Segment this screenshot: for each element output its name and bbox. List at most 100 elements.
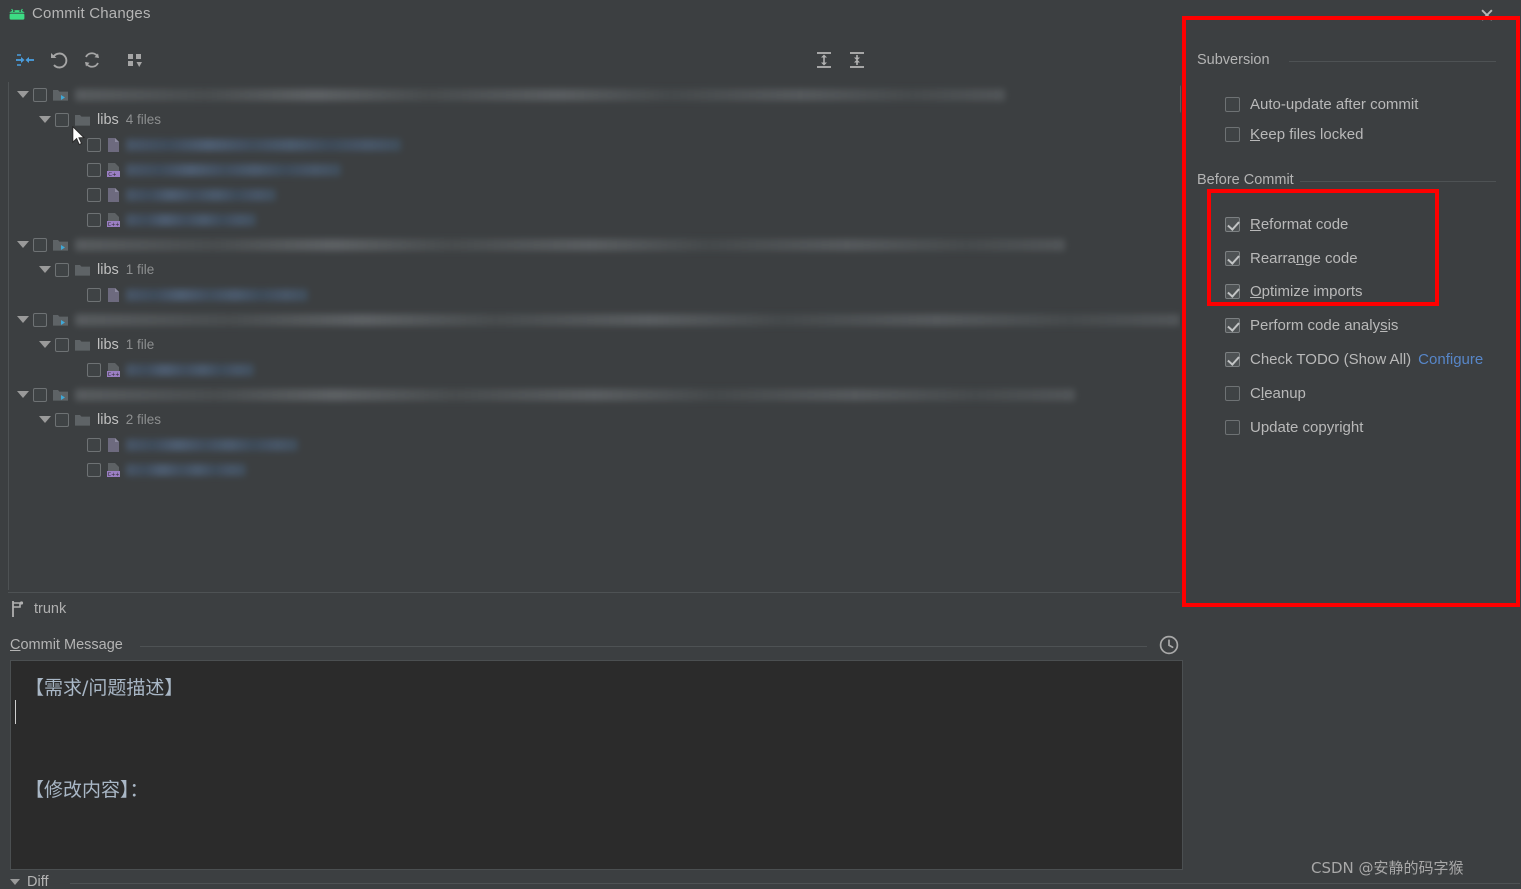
- folder-count: 2 files: [125, 412, 162, 427]
- row-checkbox[interactable]: [87, 437, 101, 452]
- group-by-icon[interactable]: [121, 46, 149, 74]
- option-label: Optimize imports: [1250, 282, 1363, 300]
- list-item[interactable]: C+: [87, 157, 341, 182]
- file-icon: [108, 187, 119, 202]
- option-label: Reformat code: [1250, 215, 1349, 233]
- row-checkbox[interactable]: [55, 262, 69, 277]
- option-label: Cleanup: [1250, 384, 1306, 402]
- close-icon[interactable]: ✕: [1473, 3, 1501, 29]
- checkbox[interactable]: [1225, 250, 1240, 266]
- expand-twisty-icon[interactable]: [17, 91, 29, 98]
- module-folder-icon: [53, 389, 68, 401]
- svg-text:C++: C++: [108, 222, 120, 228]
- folder-icon: [75, 414, 90, 426]
- file-icon: [108, 437, 119, 452]
- checkbox[interactable]: [1225, 351, 1240, 367]
- cpp-file-icon: C++: [107, 362, 120, 378]
- checkbox[interactable]: [1225, 385, 1240, 401]
- table-row[interactable]: [17, 232, 1065, 257]
- expand-twisty-icon[interactable]: [39, 416, 51, 423]
- list-item[interactable]: C++: [87, 457, 246, 482]
- row-checkbox[interactable]: [87, 187, 101, 202]
- option-label: Rearrange code: [1250, 249, 1358, 267]
- revert-icon[interactable]: [45, 46, 73, 74]
- list-item[interactable]: [87, 282, 308, 307]
- folder-name: libs: [97, 336, 119, 353]
- list-item[interactable]: libs 4 files: [39, 107, 161, 132]
- checkbox[interactable]: [1225, 126, 1240, 142]
- list-item[interactable]: [87, 182, 276, 207]
- row-checkbox[interactable]: [55, 337, 69, 352]
- option-auto-update-after-commit[interactable]: Auto-update after commit: [1225, 92, 1418, 116]
- clock-icon[interactable]: [1158, 634, 1180, 656]
- row-checkbox[interactable]: [87, 162, 101, 177]
- android-icon: [9, 8, 25, 20]
- refresh-icon[interactable]: [78, 46, 106, 74]
- row-checkbox[interactable]: [87, 362, 101, 377]
- option-reformat-code[interactable]: Reformat code: [1225, 212, 1348, 236]
- row-checkbox[interactable]: [33, 87, 47, 102]
- folder-icon: [75, 264, 90, 276]
- option-label: Keep files locked: [1250, 125, 1364, 143]
- commit-message-label: Commit Message: [10, 637, 123, 653]
- option-optimize-imports[interactable]: Optimize imports: [1225, 279, 1363, 303]
- checkbox[interactable]: [1225, 216, 1240, 232]
- row-checkbox[interactable]: [87, 137, 101, 152]
- expand-all-icon[interactable]: [810, 46, 838, 74]
- row-checkbox[interactable]: [33, 237, 47, 252]
- folder-icon: [75, 114, 90, 126]
- collapse-all-icon[interactable]: [843, 46, 871, 74]
- list-item[interactable]: libs 2 files: [39, 407, 161, 432]
- checkbox[interactable]: [1225, 419, 1240, 435]
- cpp-file-icon: C++: [107, 212, 120, 228]
- commit-message-input[interactable]: 【需求/问题描述】 【修改内容】： 【已自检/已单元测试】： 是: [10, 660, 1183, 870]
- expand-twisty-icon[interactable]: [39, 116, 51, 123]
- diff-label: Diff: [27, 874, 49, 889]
- expand-twisty-icon[interactable]: [17, 391, 29, 398]
- option-keep-files-locked[interactable]: Keep files locked: [1225, 122, 1363, 146]
- commit-message-text: 【需求/问题描述】 【修改内容】： 【已自检/已单元测试】： 是: [25, 677, 184, 801]
- module-folder-icon: [53, 314, 68, 326]
- file-icon: [108, 137, 119, 152]
- diff-section-header[interactable]: Diff: [10, 874, 49, 889]
- show-diff-icon[interactable]: [11, 46, 39, 74]
- collapse-twisty-icon[interactable]: [10, 879, 20, 885]
- checkbox[interactable]: [1225, 283, 1240, 299]
- table-row[interactable]: [17, 307, 1180, 332]
- branch-name: trunk: [34, 601, 67, 617]
- list-item[interactable]: libs 1 file: [39, 332, 154, 357]
- checkbox[interactable]: [1225, 317, 1240, 333]
- row-checkbox[interactable]: [55, 112, 69, 127]
- commit-changes-dialog: Commit Changes ✕ libs 4 files C+ C++ lib…: [0, 0, 1521, 889]
- configure-link[interactable]: Configure: [1418, 351, 1483, 368]
- option-cleanup[interactable]: Cleanup: [1225, 381, 1306, 405]
- list-item[interactable]: [87, 432, 298, 457]
- changes-tree[interactable]: libs 4 files C+ C++ libs 1 file libs 1 f…: [8, 82, 1180, 590]
- row-checkbox[interactable]: [33, 387, 47, 402]
- list-item[interactable]: C++: [87, 207, 256, 232]
- table-row[interactable]: [17, 82, 1005, 107]
- row-checkbox[interactable]: [87, 462, 101, 477]
- option-rearrange-code[interactable]: Rearrange code: [1225, 246, 1358, 270]
- row-checkbox[interactable]: [55, 412, 69, 427]
- list-item[interactable]: libs 1 file: [39, 257, 154, 282]
- option-update-copyright[interactable]: Update copyright: [1225, 415, 1363, 439]
- row-checkbox[interactable]: [87, 287, 101, 302]
- expand-twisty-icon[interactable]: [39, 341, 51, 348]
- row-checkbox[interactable]: [87, 212, 101, 227]
- row-checkbox[interactable]: [33, 312, 47, 327]
- folder-name: libs: [97, 261, 119, 278]
- svg-text:C++: C++: [108, 372, 120, 378]
- folder-count: 1 file: [125, 262, 155, 277]
- expand-twisty-icon[interactable]: [17, 241, 29, 248]
- list-item[interactable]: C++: [87, 357, 254, 382]
- list-item[interactable]: [87, 132, 401, 157]
- svg-text:C++: C++: [108, 472, 120, 478]
- expand-twisty-icon[interactable]: [39, 266, 51, 273]
- svg-text:C+: C+: [108, 172, 117, 178]
- option-check-todo[interactable]: Check TODO (Show All) Configure: [1225, 347, 1483, 371]
- expand-twisty-icon[interactable]: [17, 316, 29, 323]
- checkbox[interactable]: [1225, 96, 1240, 112]
- table-row[interactable]: [17, 382, 1075, 407]
- option-perform-code-analysis[interactable]: Perform code analysis: [1225, 313, 1398, 337]
